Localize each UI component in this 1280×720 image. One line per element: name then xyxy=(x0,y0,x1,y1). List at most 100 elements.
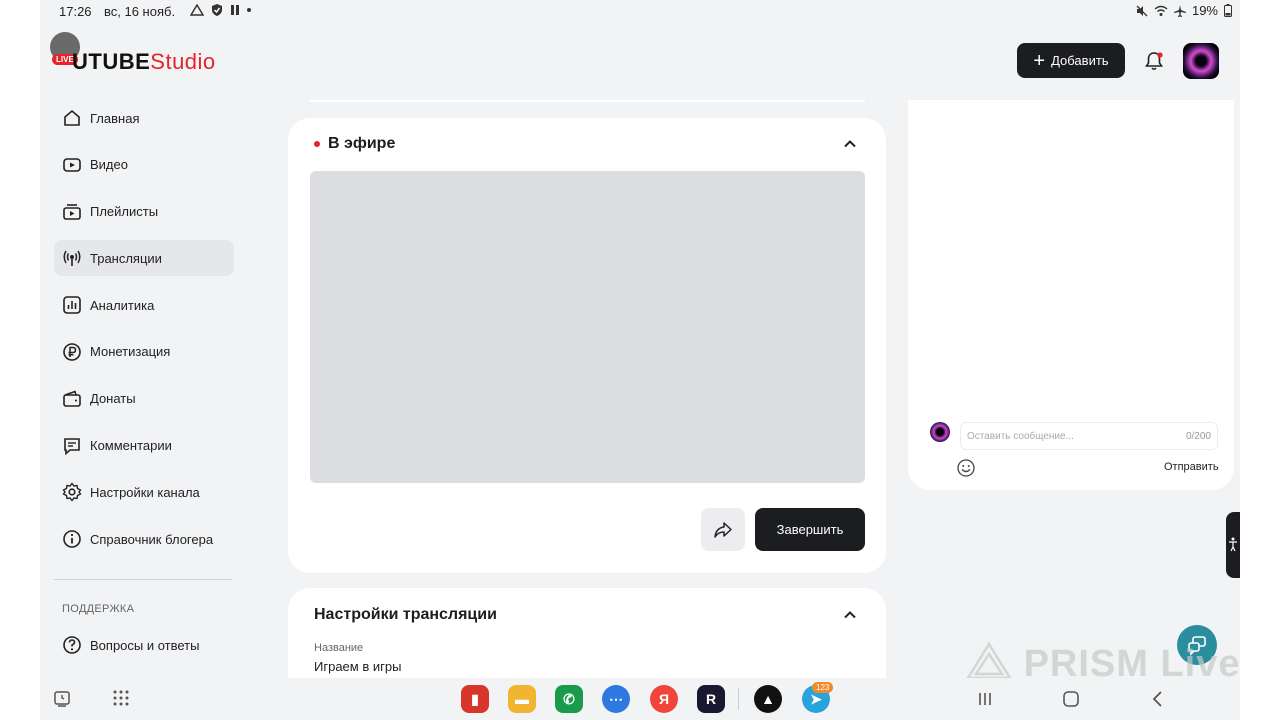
battery-icon xyxy=(1224,4,1232,17)
chat-panel: Оставить сообщение... 0/200 Отправить xyxy=(908,100,1234,490)
accessibility-tab[interactable] xyxy=(1226,512,1240,578)
prism-live-app-icon[interactable]: ▲ xyxy=(754,685,782,713)
sidebar-item-video[interactable]: Видео xyxy=(54,147,234,183)
top-divider xyxy=(310,100,865,102)
chat-message-input[interactable]: Оставить сообщение... 0/200 xyxy=(960,422,1218,450)
accessibility-icon xyxy=(1229,537,1237,552)
sidebar-item-label: Донаты xyxy=(90,391,136,407)
status-date: вс, 16 нояб. xyxy=(104,4,176,19)
sidebar-item-home[interactable]: Главная xyxy=(54,100,234,136)
sidebar-item-comments[interactable]: Комментарии xyxy=(54,428,234,464)
sidebar-item-label: Настройки канала xyxy=(90,484,200,500)
left-screen-border xyxy=(0,0,40,720)
sidebar-item-playlists[interactable]: Плейлисты xyxy=(54,194,234,230)
sidebar-item-label: Монетизация xyxy=(90,344,171,360)
sidebar-item-faq[interactable]: Вопросы и ответы xyxy=(54,627,234,663)
airplane-icon xyxy=(1173,4,1186,17)
chevron-up-icon[interactable] xyxy=(842,136,858,152)
sidebar-item-label: Комментарии xyxy=(90,438,172,454)
telegram-badge: 123 xyxy=(812,682,834,693)
stream-settings-title: Настройки трансляции xyxy=(314,606,497,623)
stream-name-label: Название xyxy=(314,642,364,654)
sidebar-item-blogger-guide[interactable]: Справочник блогера xyxy=(54,521,234,557)
yandex-app-icon[interactable]: Я xyxy=(650,685,678,713)
battery-percent: 19% xyxy=(1191,3,1218,18)
share-button[interactable] xyxy=(701,508,745,551)
ruble-icon xyxy=(63,343,81,361)
taskbar-divider xyxy=(738,688,739,710)
stream-name-value[interactable]: Играем в игры xyxy=(314,659,401,674)
live-card-title: В эфире xyxy=(328,135,396,152)
support-section-title: ПОДДЕРЖКА xyxy=(62,603,135,615)
chevron-up-icon[interactable] xyxy=(842,607,858,623)
wallet-icon xyxy=(63,390,81,407)
brand-studio: Studio xyxy=(150,49,216,74)
add-button-label: Добавить xyxy=(1051,53,1109,68)
info-icon xyxy=(63,530,81,548)
rutube-app-icon[interactable]: R xyxy=(697,685,725,713)
broadcast-icon xyxy=(63,251,81,267)
status-notification-icons xyxy=(190,3,252,17)
chat-user-avatar xyxy=(930,422,950,442)
prism-notification-icon xyxy=(190,4,204,16)
live-card-header: В эфире xyxy=(314,135,395,153)
sidebar-item-label: Вопросы и ответы xyxy=(90,637,200,653)
sidebar-divider xyxy=(54,579,232,580)
sidebar-item-donations[interactable]: Донаты xyxy=(54,381,234,417)
playlist-icon xyxy=(63,203,81,220)
stream-preview xyxy=(310,171,865,483)
analytics-icon xyxy=(63,296,81,314)
sidebar-item-label: Аналитика xyxy=(90,297,155,313)
share-icon xyxy=(714,521,732,538)
bell-icon[interactable] xyxy=(1143,50,1165,72)
mute-icon xyxy=(1136,5,1148,16)
user-avatar[interactable] xyxy=(1183,43,1219,79)
video-icon xyxy=(63,157,81,172)
status-right: 19% xyxy=(1136,3,1232,18)
right-screen-border xyxy=(1240,0,1280,720)
messages-app-icon[interactable]: ⋯ xyxy=(602,685,630,713)
sidebar: Главная Видео Плейлисты Трансляции Анали… xyxy=(54,100,234,568)
home-icon xyxy=(64,109,80,126)
sidebar-item-channel-settings[interactable]: Настройки канала xyxy=(54,474,234,510)
shield-icon xyxy=(212,4,222,16)
recents-nav-icon[interactable] xyxy=(978,691,992,707)
sidebar-item-label: Главная xyxy=(90,110,140,126)
live-indicator-dot xyxy=(314,141,320,147)
sidebar-item-label: Трансляции xyxy=(90,250,162,266)
wifi-icon xyxy=(1154,5,1168,16)
plus-icon: + xyxy=(1033,49,1046,72)
android-taskbar: ▮ ▬ ✆ ⋯ Я R ▲ ➤ 123 xyxy=(40,678,1240,720)
add-button[interactable]: + Добавить xyxy=(1017,43,1125,78)
brand-name: UTUBEStudio xyxy=(72,49,216,75)
sidebar-item-analytics[interactable]: Аналитика xyxy=(54,287,234,323)
question-icon xyxy=(63,636,81,654)
sidebar-item-label: Справочник блогера xyxy=(90,531,214,547)
sidebar-item-broadcasts[interactable]: Трансляции xyxy=(54,240,234,277)
app-drawer-icon[interactable] xyxy=(112,689,130,707)
chat-send-button[interactable]: Отправить xyxy=(1164,461,1219,473)
flipboard-app-icon[interactable]: ▮ xyxy=(461,685,489,713)
live-card: В эфире Завершить xyxy=(288,118,886,573)
prism-logo-icon xyxy=(965,641,1013,680)
sidebar-item-label: Видео xyxy=(90,157,128,173)
recent-screenshot-icon[interactable] xyxy=(53,690,71,708)
home-nav-icon[interactable] xyxy=(1062,690,1080,708)
sidebar-section-support: Вопросы и ответы xyxy=(54,627,234,674)
comment-icon xyxy=(64,437,80,455)
files-app-icon[interactable]: ▬ xyxy=(508,685,536,713)
emoji-icon[interactable] xyxy=(956,458,976,478)
brand-main: UTUBE xyxy=(72,49,151,74)
chat-input-placeholder: Оставить сообщение... xyxy=(967,431,1074,442)
chat-char-counter: 0/200 xyxy=(1185,431,1211,442)
status-bar: 17:26 вс, 16 нояб. 19% xyxy=(40,0,1240,22)
back-nav-icon[interactable] xyxy=(1150,690,1164,708)
finish-button[interactable]: Завершить xyxy=(755,508,865,551)
pause-icon xyxy=(231,5,239,15)
phone-app-icon[interactable]: ✆ xyxy=(555,685,583,713)
sidebar-item-label: Плейлисты xyxy=(90,204,159,220)
sidebar-item-monetization[interactable]: Монетизация xyxy=(54,334,234,370)
dot-icon xyxy=(247,8,251,12)
gear-icon xyxy=(62,482,82,502)
status-time: 17:26 xyxy=(59,4,92,19)
